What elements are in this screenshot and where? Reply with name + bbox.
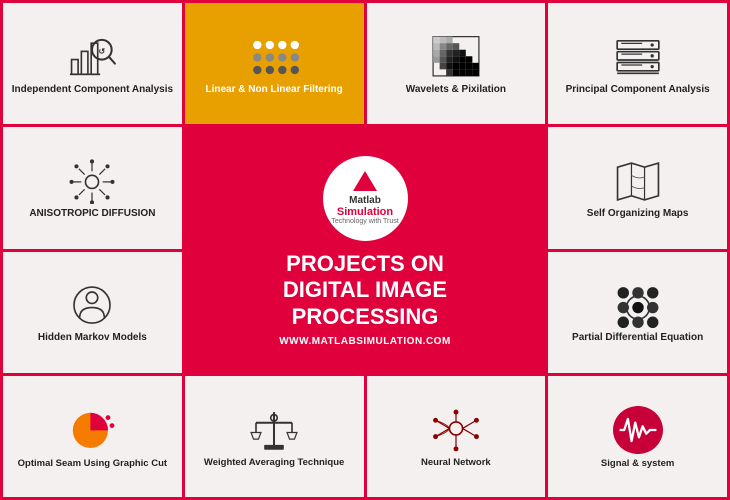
logo-matlab: Matlab — [349, 195, 381, 206]
logo-circle: Matlab Simulation Technology with Trust — [323, 156, 408, 241]
cell-pie[interactable]: Optimal Seam Using Graphic Cut — [3, 376, 182, 497]
nn-label: Neural Network — [421, 457, 491, 468]
cell-aniso[interactable]: ANISOTROPIC DIFFUSION — [3, 127, 182, 248]
cell-ica[interactable]: ↺ Independent Component Analysis — [3, 3, 182, 124]
pde-icon — [613, 283, 663, 328]
som-icon — [613, 159, 663, 204]
cell-wavelets[interactable]: Wavelets & Pixilation — [367, 3, 546, 124]
pie-label: Optimal Seam Using Graphic Cut — [18, 458, 167, 469]
pie-icon — [68, 406, 116, 454]
logo-tagline: Technology with Trust — [331, 218, 398, 225]
website-url: WWW.MATLABSIMULATION.COM — [279, 336, 451, 347]
wavelets-icon — [431, 35, 481, 80]
aniso-icon — [67, 159, 117, 204]
pde-label: Partial Differential Equation — [572, 332, 703, 344]
logo-triangle — [353, 171, 377, 191]
cell-lnl[interactable]: Linear & Non Linear Filtering — [185, 3, 364, 124]
main-grid: ↺ Independent Component Analysis Linear … — [0, 0, 730, 500]
cell-center: Matlab Simulation Technology with Trust … — [185, 127, 546, 373]
center-content: Matlab Simulation Technology with Trust … — [190, 135, 541, 368]
cell-pde[interactable]: Partial Differential Equation — [548, 252, 727, 373]
cell-som[interactable]: Self Organizing Maps — [548, 127, 727, 248]
wavelets-label: Wavelets & Pixilation — [406, 84, 506, 96]
cell-hmm[interactable]: Hidden Markov Models — [3, 252, 182, 373]
logo-simulation: Simulation — [337, 206, 393, 218]
lnl-label: Linear & Non Linear Filtering — [206, 84, 343, 96]
ica-icon: ↺ — [67, 35, 117, 80]
svg-text:↺: ↺ — [99, 46, 106, 55]
hmm-icon — [67, 283, 117, 328]
signal-icon — [615, 408, 661, 452]
signal-label: Signal & system — [601, 458, 674, 469]
som-label: Self Organizing Maps — [587, 208, 689, 220]
wat-icon — [249, 408, 299, 453]
lnl-icon — [249, 35, 299, 80]
cell-pca[interactable]: Principal Component Analysis — [548, 3, 727, 124]
hmm-label: Hidden Markov Models — [38, 332, 147, 344]
wat-label: Weighted Averaging Technique — [204, 457, 344, 468]
cell-nn[interactable]: Neural Network — [367, 376, 546, 497]
aniso-label: ANISOTROPIC DIFFUSION — [29, 208, 155, 220]
ica-label: Independent Component Analysis — [12, 84, 173, 96]
main-title: PROJECTS ONDIGITAL IMAGEPROCESSING — [283, 251, 447, 330]
pca-label: Principal Component Analysis — [566, 84, 710, 96]
cell-wat[interactable]: Weighted Averaging Technique — [185, 376, 364, 497]
signal-circle-icon — [613, 406, 663, 454]
pca-icon — [613, 35, 663, 80]
nn-icon — [431, 408, 481, 453]
cell-signal[interactable]: Signal & system — [548, 376, 727, 497]
